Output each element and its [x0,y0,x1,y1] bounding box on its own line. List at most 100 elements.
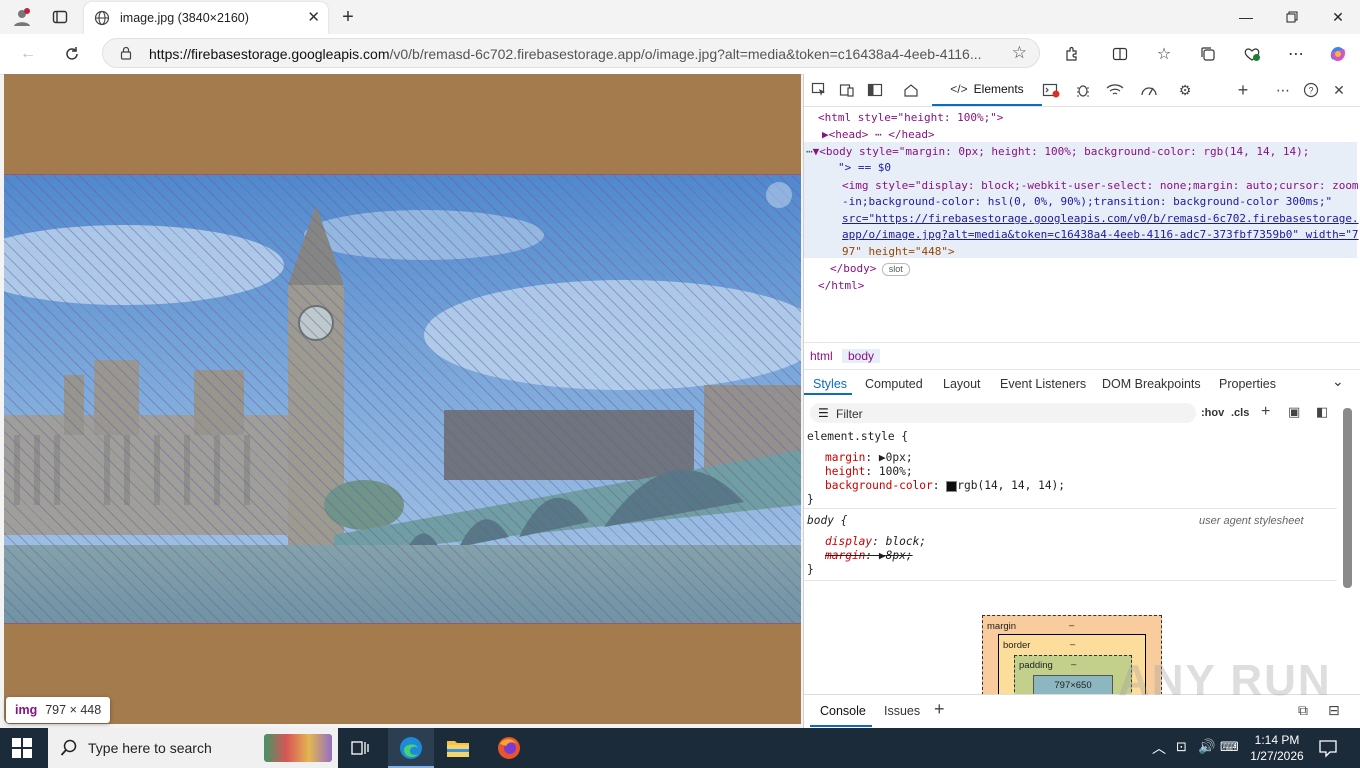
address-toolbar: ← https://firebasestorage.googleapis.com… [0,34,1360,75]
close-devtools-icon[interactable]: ✕ [1328,80,1350,100]
close-tab-icon[interactable]: ✕ [307,8,320,26]
styles-pane-tabs: Styles Computed Layout Event Listeners D… [804,371,1360,397]
taskbar-search-box[interactable]: Type here to search [48,728,338,768]
more-tools-plus-icon[interactable]: + [1232,80,1254,100]
element-state-icon[interactable]: ▣ [1288,404,1300,420]
firefox-icon[interactable] [497,736,521,763]
tab-issues[interactable]: Issues [884,704,920,718]
slot-badge[interactable]: slot [881,262,910,276]
dom-line-body-end: "> == $0 [838,161,891,174]
settings-gear-icon[interactable]: ⚙ [1174,80,1196,100]
box-model-padding[interactable]: padding – 797×650 [1014,655,1132,697]
task-view-icon[interactable] [350,738,370,761]
profile-icon[interactable] [10,5,34,29]
breadcrumb-html[interactable]: html [810,349,833,363]
tab-actions-icon[interactable] [48,5,72,29]
devtools-menu-icon[interactable]: ⋯ [1272,80,1294,100]
taskbar-edge-button[interactable] [388,728,434,768]
split-screen-icon[interactable] [1108,42,1132,66]
hov-toggle[interactable]: :hov [1201,407,1224,419]
site-info-icon[interactable] [119,46,133,63]
style-prop-margin[interactable]: margin: ▶0px; [825,451,913,464]
color-swatch[interactable] [946,480,958,492]
style-prop-background-color[interactable]: background-color: rgb(14, 14, 14); [825,479,1065,492]
dom-line-img-1[interactable]: <img style="display: block;-webkit-user-… [842,178,1359,195]
filter-icon: ☰ [818,406,829,420]
browser-tab[interactable]: image.jpg (3840×2160) ✕ [84,2,328,34]
dom-line-body-close[interactable]: </body> [830,261,876,278]
element-highlight-overlay [4,174,801,624]
tray-network-icon[interactable]: ⊡ [1176,739,1187,755]
user-agent-stylesheet-label: user agent stylesheet [1199,515,1304,527]
back-icon[interactable]: ← [16,42,40,66]
close-window-icon[interactable]: ✕ [1318,4,1358,30]
tray-chevron-up-icon[interactable]: ︿ [1152,738,1166,758]
rule-element-style-selector[interactable]: element.style { [807,430,908,443]
chevron-down-icon[interactable]: ⌄ [1332,373,1344,390]
tab-elements[interactable]: </> Elements [932,74,1042,106]
cls-toggle[interactable]: .cls [1231,407,1249,419]
styles-filter-input[interactable]: ☰ Filter [810,403,1196,423]
search-highlight-image [264,734,332,762]
tab-console[interactable]: Console [820,704,866,718]
favorites-icon[interactable]: ☆ [1152,42,1176,66]
tray-volume-icon[interactable]: 🔊 [1198,738,1215,755]
visual-search-icon[interactable] [766,182,792,208]
welcome-home-icon[interactable] [900,80,922,100]
url-text[interactable]: https://firebasestorage.googleapis.com/v… [149,46,982,62]
clock-date[interactable]: 1/27/2026 [1246,749,1308,763]
performance-icon[interactable] [1240,42,1264,66]
windows-start-icon[interactable] [12,738,32,761]
tab-computed[interactable]: Computed [865,377,923,391]
network-wifi-icon[interactable] [1104,80,1126,100]
dom-line-img-src-2[interactable]: app/o/image.jpg?alt=media&token=c16438a4… [842,227,1359,244]
search-icon [60,739,77,756]
copilot-icon[interactable] [1326,42,1350,66]
dom-line-img-src[interactable]: src="https://firebasestorage.googleapis.… [842,211,1359,228]
rule-divider [804,508,1337,509]
ua-prop-margin-overridden: margin: ▶8px; [825,549,913,562]
console-tab-icon[interactable] [1040,80,1062,100]
favorite-star-icon[interactable]: ☆ [1012,43,1027,63]
help-icon[interactable]: ? [1300,80,1322,100]
breadcrumb-body[interactable]: body [842,349,881,363]
add-drawer-tab-icon[interactable]: + [934,699,945,720]
refresh-icon[interactable] [60,42,84,66]
tab-layout[interactable]: Layout [943,377,981,391]
border-label: border [1003,640,1031,651]
dock-side-icon[interactable] [864,80,886,100]
tab-elements-label: Elements [973,82,1024,96]
styles-scrollbar[interactable] [1343,408,1352,588]
minimize-icon[interactable]: — [1226,4,1266,30]
dom-line-body[interactable]: ⋯▼<body style="margin: 0px; height: 100%… [806,144,1309,161]
notifications-icon[interactable] [1318,738,1338,761]
new-style-rule-icon[interactable]: + [1261,403,1270,421]
toggle-sidebar-icon[interactable]: ◧ [1316,404,1328,420]
tab-styles[interactable]: Styles [813,377,847,391]
file-explorer-icon[interactable] [446,737,470,762]
page-viewport [4,74,801,724]
address-bar[interactable]: https://firebasestorage.googleapis.com/v… [102,38,1040,68]
extensions-icon[interactable] [1060,42,1084,66]
globe-icon [94,10,110,26]
dom-line-head[interactable]: ▶<head> ⋯ </head> [822,127,935,144]
more-menu-icon[interactable]: ⋯ [1284,42,1308,66]
bug-icon[interactable] [1072,80,1094,100]
clock-time[interactable]: 1:14 PM [1250,733,1304,747]
inspect-element-icon[interactable] [808,80,830,100]
margin-label: margin [987,621,1017,632]
tray-keyboard-icon[interactable]: ⌨ [1220,739,1239,755]
device-emulation-icon[interactable] [836,80,858,100]
dom-line-html-close[interactable]: </html> [818,278,864,295]
tab-dom-breakpoints[interactable]: DOM Breakpoints [1102,377,1201,391]
url-path: /v0/b/remasd-6c702.firebasestorage.app/o… [389,46,982,62]
collections-icon[interactable] [1196,42,1220,66]
style-prop-height[interactable]: height: 100%; [825,465,913,478]
restore-icon[interactable] [1272,4,1312,30]
tab-properties[interactable]: Properties [1219,377,1276,391]
tab-event-listeners[interactable]: Event Listeners [1000,377,1086,391]
dom-line-html[interactable]: <html style="height: 100%;"> [818,110,1003,127]
styles-filter-bar: ☰ Filter :hov .cls + ▣ ◧ [804,403,1360,425]
new-tab-icon[interactable]: + [336,5,360,29]
performance-gauge-icon[interactable] [1138,80,1160,100]
